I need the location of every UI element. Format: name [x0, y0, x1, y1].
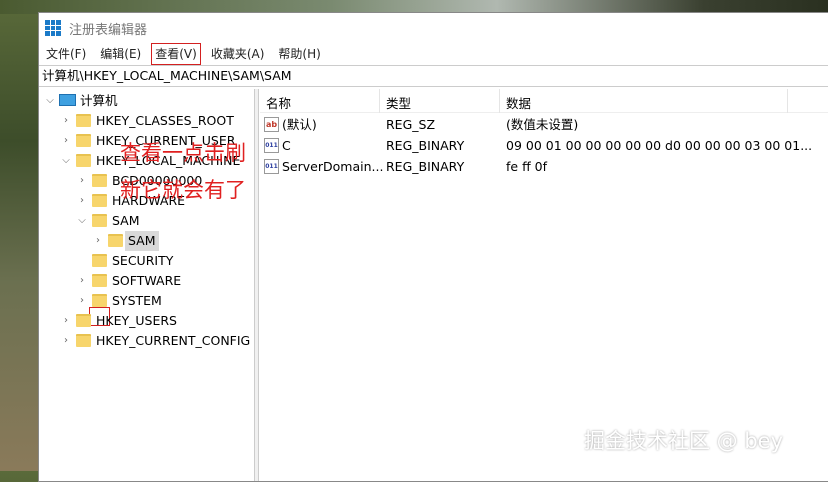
binary-value-icon: 011	[264, 138, 279, 153]
chevron-right-icon[interactable]: ›	[77, 191, 87, 211]
annotation-line-2: 新它就会有了	[120, 178, 246, 202]
chevron-right-icon[interactable]: ›	[61, 311, 71, 331]
folder-icon	[108, 234, 123, 247]
folder-icon	[76, 134, 91, 147]
regedit-app-icon	[45, 20, 61, 36]
column-name[interactable]: 名称	[266, 93, 291, 112]
folder-icon	[92, 194, 107, 207]
chevron-down-icon[interactable]: ⌵	[77, 211, 87, 231]
values-list: 名称 类型 数据 ab (默认) REG_SZ (数值未设置) 011 C RE…	[260, 89, 828, 481]
chevron-right-icon[interactable]: ›	[93, 231, 103, 251]
menu-favorites[interactable]: 收藏夹(A)	[208, 44, 268, 64]
folder-icon	[76, 314, 91, 327]
computer-icon	[59, 94, 76, 106]
chevron-right-icon[interactable]: ›	[77, 171, 87, 191]
menu-edit[interactable]: 编辑(E)	[97, 44, 144, 64]
chevron-right-icon[interactable]: ›	[61, 331, 71, 351]
chevron-right-icon[interactable]: ›	[77, 291, 87, 311]
chevron-right-icon[interactable]: ›	[61, 111, 71, 131]
string-value-icon: ab	[264, 117, 279, 132]
value-row[interactable]: 011 ServerDomain... REG_BINARY fe ff 0f	[260, 157, 828, 177]
registry-editor-window: 注册表编辑器 文件(F) 编辑(E) 查看(V) 收藏夹(A) 帮助(H) 计算…	[38, 12, 828, 482]
chevron-right-icon[interactable]: ›	[61, 131, 71, 151]
menu-help[interactable]: 帮助(H)	[275, 44, 323, 64]
chevron-down-icon[interactable]: ⌵	[45, 91, 55, 111]
menu-bar: 文件(F) 编辑(E) 查看(V) 收藏夹(A) 帮助(H)	[39, 43, 828, 65]
folder-icon	[76, 334, 91, 347]
folder-icon	[76, 114, 91, 127]
folder-icon	[76, 154, 91, 167]
menu-view[interactable]: 查看(V)	[151, 43, 201, 65]
folder-icon	[92, 254, 107, 267]
value-row[interactable]: 011 C REG_BINARY 09 00 01 00 00 00 00 00…	[260, 136, 828, 156]
binary-value-icon: 011	[264, 159, 279, 174]
column-data[interactable]: 数据	[506, 93, 531, 112]
folder-icon	[92, 294, 107, 307]
folder-icon	[92, 274, 107, 287]
folder-icon	[92, 174, 107, 187]
pane-splitter[interactable]	[255, 89, 259, 481]
chevron-down-icon[interactable]: ⌵	[61, 151, 71, 171]
title-bar: 注册表编辑器	[39, 13, 828, 43]
folder-icon	[92, 214, 107, 227]
window-title: 注册表编辑器	[69, 22, 148, 38]
column-type[interactable]: 类型	[386, 93, 411, 112]
address-bar[interactable]: 计算机\HKEY_LOCAL_MACHINE\SAM\SAM	[39, 65, 828, 87]
list-header: 名称 类型 数据	[260, 89, 828, 113]
value-row[interactable]: ab (默认) REG_SZ (数值未设置)	[260, 115, 828, 135]
annotation-line-1: 查看一点击刷	[120, 141, 246, 165]
menu-file[interactable]: 文件(F)	[43, 44, 89, 64]
chevron-right-icon[interactable]: ›	[77, 271, 87, 291]
watermark: 掘金技术社区 @ bey	[584, 429, 784, 453]
